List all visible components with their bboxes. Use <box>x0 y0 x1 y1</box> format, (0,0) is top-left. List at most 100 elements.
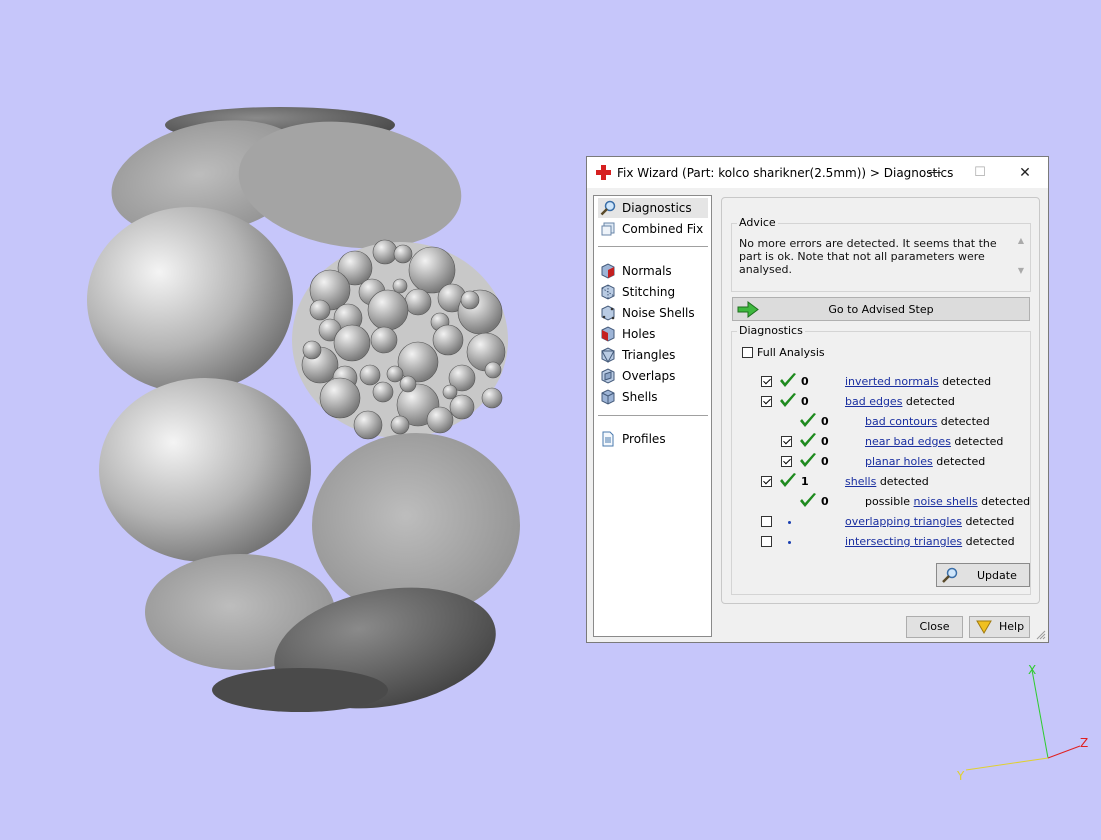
close-button[interactable]: Close <box>906 616 963 638</box>
small-sphere <box>432 324 464 356</box>
green-check-icon <box>780 473 796 487</box>
title-bar[interactable]: Fix Wizard (Part: kolco sharikner(2.5mm)… <box>587 157 1048 188</box>
nav-label: Combined Fix <box>622 222 704 236</box>
diagnostic-checkbox[interactable] <box>761 396 772 407</box>
nav-item-combined-fix[interactable]: Combined Fix <box>598 219 708 239</box>
diagnostic-row: 0 possible noise shells detected <box>732 493 1031 516</box>
holes-icon <box>601 326 615 342</box>
help-label: Help <box>999 620 1025 633</box>
small-sphere <box>481 387 503 409</box>
axis-z-label: Z <box>1080 736 1088 750</box>
nav-label: Stitching <box>622 285 676 299</box>
diagnostic-checkbox[interactable] <box>761 536 772 547</box>
diagnostic-row: 0 inverted normals detected <box>732 373 1030 396</box>
pending-dot-icon <box>788 521 791 524</box>
nav-label: Holes <box>622 327 656 341</box>
maximize-button[interactable]: ☐ <box>960 160 1000 186</box>
ring-model <box>87 107 520 712</box>
diagnostic-link[interactable]: noise shells <box>914 495 978 508</box>
nav-label: Profiles <box>622 432 666 446</box>
nav-label: Diagnostics <box>622 201 692 215</box>
diagnostic-row: 1 shells detected <box>732 473 1030 496</box>
green-check-icon <box>800 433 816 447</box>
diagnostic-suffix: detected <box>902 395 955 408</box>
advice-text: No more errors are detected. It seems th… <box>739 237 997 276</box>
axis-triad: X Z Y <box>956 663 1088 783</box>
diagnostic-count: 0 <box>801 395 809 408</box>
diagnostics-group: Diagnostics Full Analysis 0 inverted norm… <box>731 324 1031 595</box>
nav-item-diagnostics[interactable]: Diagnostics <box>598 198 708 218</box>
diagnostic-checkbox[interactable] <box>761 516 772 527</box>
diagnostic-suffix: detected <box>977 495 1031 508</box>
diagnostic-checkbox[interactable] <box>781 436 792 447</box>
diagnostic-link[interactable]: shells <box>845 475 876 488</box>
diagnostic-link[interactable]: inverted normals <box>845 375 939 388</box>
small-sphere <box>442 384 458 400</box>
nav-item-noise-shells[interactable]: Noise Shells <box>598 303 708 323</box>
nav-item-normals[interactable]: Normals <box>598 261 708 281</box>
diagnostic-link[interactable]: near bad edges <box>865 435 951 448</box>
magnifier-icon <box>600 200 616 216</box>
magnifier-icon <box>942 567 958 583</box>
diagnostic-suffix: detected <box>876 475 929 488</box>
nav-item-profiles[interactable]: Profiles <box>598 429 708 449</box>
go-to-advised-step-button[interactable]: Go to Advised Step <box>732 297 1030 321</box>
small-sphere <box>393 244 413 264</box>
diagnostic-checkbox[interactable] <box>781 456 792 467</box>
diagnostic-text: near bad edges detected <box>865 435 1003 448</box>
nav-item-shells[interactable]: Shells <box>598 387 708 407</box>
small-sphere <box>484 361 502 379</box>
stitching-icon <box>601 284 615 300</box>
small-sphere <box>386 365 404 383</box>
small-sphere <box>449 394 475 420</box>
diagnostic-suffix: detected <box>938 375 992 388</box>
diagnostic-count: 0 <box>821 435 829 448</box>
diagnostic-text: inverted normals detected <box>845 375 991 388</box>
nav-label: Overlaps <box>622 369 676 383</box>
diagnostic-text: overlapping triangles detected <box>845 515 1014 528</box>
scroll-up-icon[interactable]: ▲ <box>1018 236 1024 245</box>
small-sphere <box>372 239 398 265</box>
green-check-icon <box>780 393 796 407</box>
red-cross-icon <box>596 165 611 180</box>
diagnostic-count: 0 <box>801 375 809 388</box>
nav-item-overlaps[interactable]: Overlaps <box>598 366 708 386</box>
full-analysis-label: Full Analysis <box>757 346 825 359</box>
diagnostic-row: 0 bad edges detected <box>732 393 1030 416</box>
minimize-button[interactable]: — <box>915 160 955 186</box>
nav-item-holes[interactable]: Holes <box>598 324 708 344</box>
full-analysis-checkbox[interactable] <box>742 347 753 358</box>
diagnostic-link[interactable]: planar holes <box>865 455 933 468</box>
small-sphere <box>399 375 417 393</box>
small-sphere <box>404 288 432 316</box>
nav-label: Normals <box>622 264 672 278</box>
update-label: Update <box>977 569 1017 582</box>
diagnostic-link[interactable]: bad contours <box>865 415 937 428</box>
diagnostic-checkbox[interactable] <box>761 376 772 387</box>
axis-y-label: Y <box>956 769 965 783</box>
diagnostic-count: 1 <box>801 475 809 488</box>
diagnostic-link[interactable]: intersecting triangles <box>845 535 962 548</box>
diagnostic-link[interactable]: overlapping triangles <box>845 515 962 528</box>
small-sphere <box>392 278 408 294</box>
scroll-down-icon[interactable]: ▼ <box>1018 266 1024 275</box>
diagnostic-link[interactable]: bad edges <box>845 395 902 408</box>
update-button[interactable]: Update <box>936 563 1030 587</box>
small-sphere <box>390 415 410 435</box>
nav-item-stitching[interactable]: Stitching <box>598 282 708 302</box>
close-window-button[interactable]: ✕ <box>1005 160 1045 186</box>
profiles-icon <box>602 431 614 447</box>
green-check-icon <box>800 493 816 507</box>
diagnostic-prefix: possible <box>865 495 914 508</box>
nav-separator <box>598 415 708 416</box>
small-sphere <box>353 410 383 440</box>
diagnostics-panel: Advice No more errors are detected. It s… <box>721 197 1040 604</box>
diagnostic-checkbox[interactable] <box>761 476 772 487</box>
small-sphere <box>319 377 361 419</box>
nav-item-triangles[interactable]: Triangles <box>598 345 708 365</box>
diagnostic-suffix: detected <box>950 435 1004 448</box>
help-button[interactable]: Help <box>969 616 1030 638</box>
small-sphere <box>359 364 381 386</box>
green-check-icon <box>800 453 816 467</box>
resize-grip-icon[interactable] <box>1036 630 1046 640</box>
